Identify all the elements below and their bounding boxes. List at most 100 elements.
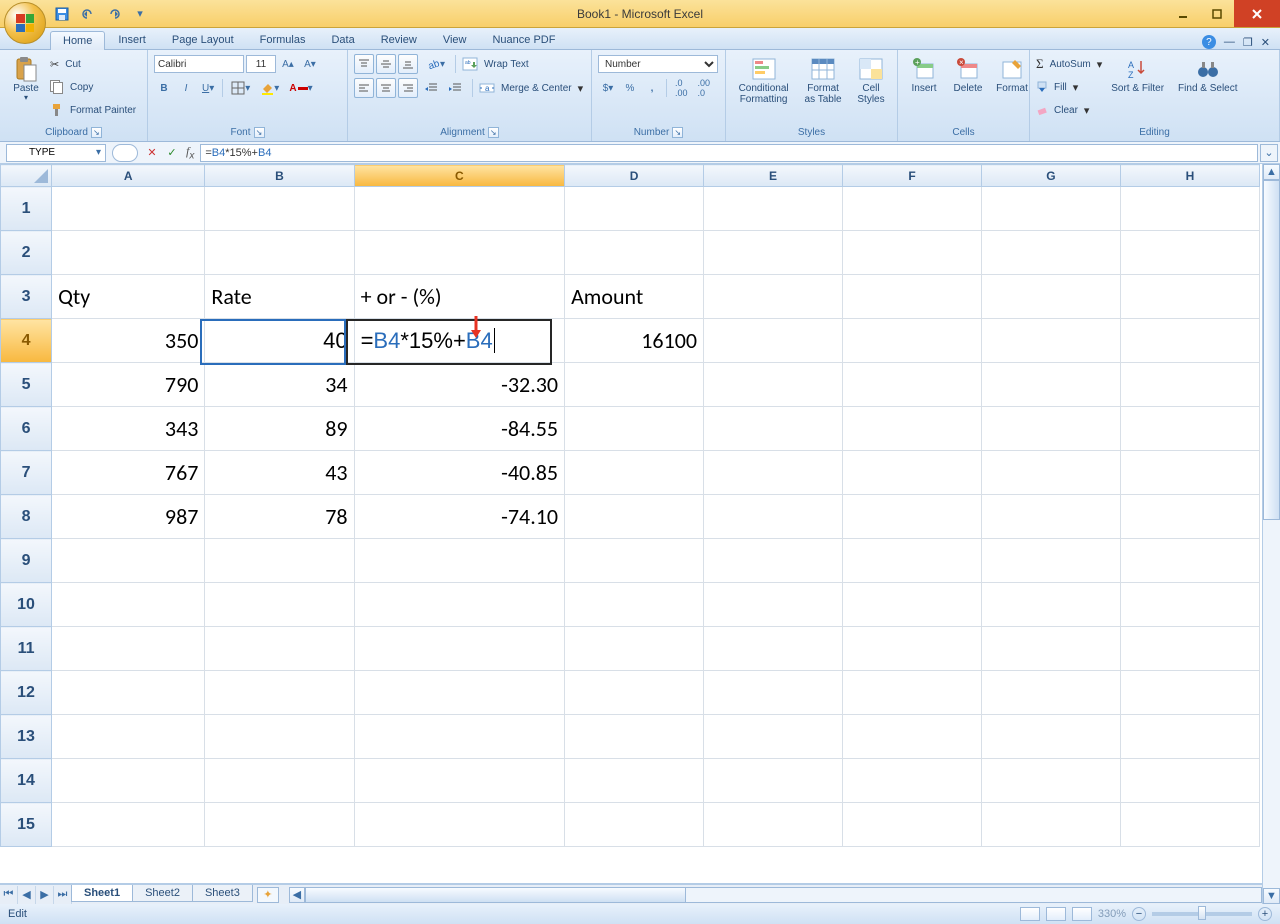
cell-C4[interactable]: =B4*15%+B4 <box>354 319 565 363</box>
find-select-button[interactable]: Find & Select <box>1173 53 1242 98</box>
cell-A4[interactable]: 350 <box>52 319 205 363</box>
font-dialog-launcher[interactable]: ↘ <box>254 127 265 138</box>
enter-formula-icon[interactable]: ✓ <box>164 146 180 159</box>
underline-button[interactable]: U▾ <box>198 78 218 98</box>
minimize-ribbon-icon[interactable]: — <box>1224 36 1235 48</box>
decrease-indent-icon[interactable] <box>420 78 442 98</box>
tab-home[interactable]: Home <box>50 31 105 50</box>
vscroll-down-icon[interactable]: ▼ <box>1263 888 1280 904</box>
alignment-dialog-launcher[interactable]: ↘ <box>488 127 499 138</box>
name-box[interactable]: ▾ <box>6 144 106 162</box>
sheet-tab-3[interactable]: Sheet3 <box>192 885 253 902</box>
row-header-4[interactable]: 4 <box>1 319 52 363</box>
view-page-break-icon[interactable] <box>1072 907 1092 921</box>
cell-A5[interactable]: 790 <box>52 363 205 407</box>
zoom-slider[interactable] <box>1152 912 1252 916</box>
cut-button[interactable]: ✂Cut <box>50 53 140 75</box>
col-header-F[interactable]: F <box>843 165 982 187</box>
decrease-decimal-icon[interactable]: .00.0 <box>694 78 715 98</box>
delete-cells-button[interactable]: ×Delete <box>948 53 988 98</box>
align-middle-icon[interactable] <box>376 54 396 74</box>
row-header-8[interactable]: 8 <box>1 495 52 539</box>
name-box-input[interactable] <box>11 147 73 158</box>
new-sheet-button[interactable]: ✦ <box>257 887 279 903</box>
accounting-format-icon[interactable]: $▾ <box>598 78 618 98</box>
border-button[interactable]: ▾ <box>227 78 254 98</box>
hscroll-left-icon[interactable]: ◀ <box>289 887 305 903</box>
col-header-G[interactable]: G <box>981 165 1120 187</box>
align-right-icon[interactable] <box>398 78 418 98</box>
cell-D3[interactable]: Amount <box>565 275 704 319</box>
tab-view[interactable]: View <box>430 30 480 49</box>
wrap-text-button[interactable]: abWrap Text <box>462 53 533 75</box>
maximize-button[interactable] <box>1200 0 1234 27</box>
orientation-icon[interactable]: ab▾ <box>422 54 449 74</box>
cell-B8[interactable]: 78 <box>205 495 354 539</box>
col-header-A[interactable]: A <box>52 165 205 187</box>
copy-button[interactable]: Copy <box>50 76 140 98</box>
row-header-1[interactable]: 1 <box>1 187 52 231</box>
cell-A3[interactable]: Qty <box>52 275 205 319</box>
autosum-button[interactable]: ΣAutoSum▾ <box>1036 53 1102 75</box>
tab-nuance-pdf[interactable]: Nuance PDF <box>479 30 568 49</box>
align-center-icon[interactable] <box>376 78 396 98</box>
qat-customize-icon[interactable]: ▾ <box>130 4 150 24</box>
cell-B7[interactable]: 43 <box>205 451 354 495</box>
horizontal-scrollbar[interactable]: ◀ ▶ <box>289 887 1278 903</box>
increase-indent-icon[interactable] <box>444 78 466 98</box>
cancel-formula-icon[interactable]: ✕ <box>144 146 160 159</box>
help-icon[interactable]: ? <box>1202 35 1216 49</box>
minimize-button[interactable] <box>1166 0 1200 27</box>
percent-format-icon[interactable]: % <box>620 78 640 98</box>
align-left-icon[interactable] <box>354 78 374 98</box>
vscroll-thumb[interactable] <box>1263 180 1280 520</box>
redo-icon[interactable] <box>104 4 124 24</box>
clear-button[interactable]: Clear▾ <box>1036 99 1102 121</box>
comma-format-icon[interactable]: , <box>642 78 662 98</box>
font-size-input[interactable] <box>246 55 276 73</box>
row-header-10[interactable]: 10 <box>1 583 52 627</box>
fx-icon[interactable]: fx <box>186 144 194 161</box>
format-cells-button[interactable]: Format <box>992 53 1032 98</box>
col-header-E[interactable]: E <box>704 165 843 187</box>
select-all-corner[interactable] <box>1 165 52 187</box>
sheet-tab-1[interactable]: Sheet1 <box>71 885 133 902</box>
cell-styles-button[interactable]: Cell Styles <box>851 53 891 109</box>
fill-color-button[interactable]: ▾ <box>256 78 283 98</box>
close-button[interactable] <box>1234 0 1280 27</box>
number-format-select[interactable]: Number <box>598 55 718 73</box>
decrease-font-icon[interactable]: A▾ <box>300 54 320 74</box>
sheet-tab-2[interactable]: Sheet2 <box>132 885 193 902</box>
view-page-layout-icon[interactable] <box>1046 907 1066 921</box>
row-header-11[interactable]: 11 <box>1 627 52 671</box>
format-as-table-button[interactable]: Format as Table <box>799 53 847 109</box>
zoom-in-icon[interactable]: + <box>1258 907 1272 921</box>
close-workbook-icon[interactable]: ✕ <box>1261 36 1270 49</box>
office-button[interactable] <box>4 2 46 44</box>
tab-insert[interactable]: Insert <box>105 30 159 49</box>
row-header-7[interactable]: 7 <box>1 451 52 495</box>
vertical-scrollbar[interactable]: ▲ ▼ <box>1262 164 1280 904</box>
sheet-nav-last-icon[interactable]: ⏭ <box>54 886 72 904</box>
merge-center-button[interactable]: aMerge & Center▾ <box>479 77 583 99</box>
col-header-D[interactable]: D <box>565 165 704 187</box>
italic-button[interactable]: I <box>176 78 196 98</box>
sheet-nav-next-icon[interactable]: ▶ <box>36 886 54 904</box>
col-header-B[interactable]: B <box>205 165 354 187</box>
row-header-15[interactable]: 15 <box>1 803 52 847</box>
row-header-2[interactable]: 2 <box>1 231 52 275</box>
zoom-slider-thumb[interactable] <box>1198 906 1206 920</box>
zoom-out-icon[interactable]: − <box>1132 907 1146 921</box>
sort-filter-button[interactable]: AZSort & Filter <box>1106 53 1169 98</box>
cell-D4[interactable]: 16100 <box>565 319 704 363</box>
col-header-C[interactable]: C <box>354 165 565 187</box>
cell-C3[interactable]: + or - (%) <box>354 275 565 319</box>
row-header-13[interactable]: 13 <box>1 715 52 759</box>
row-header-6[interactable]: 6 <box>1 407 52 451</box>
formula-input[interactable]: =B4*15%+B4 <box>200 144 1258 162</box>
col-header-H[interactable]: H <box>1120 165 1259 187</box>
save-icon[interactable] <box>52 4 72 24</box>
align-top-icon[interactable] <box>354 54 374 74</box>
tab-review[interactable]: Review <box>368 30 430 49</box>
format-painter-button[interactable]: Format Painter <box>50 99 140 121</box>
